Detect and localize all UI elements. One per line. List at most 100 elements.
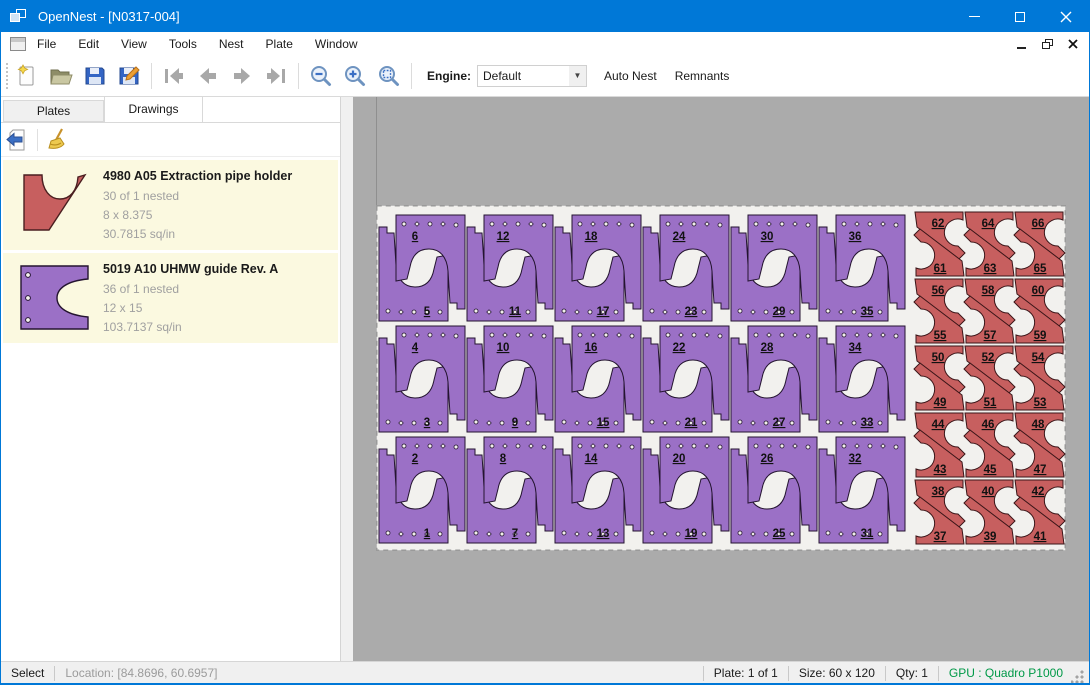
child-window-icon[interactable] xyxy=(10,37,26,51)
menu-window[interactable]: Window xyxy=(304,34,369,54)
save-as-button[interactable] xyxy=(112,59,146,93)
drill-hole xyxy=(702,421,706,425)
part-number: 35 xyxy=(861,306,874,318)
plate-sheet[interactable]: 6512111817242330293635431091615222128273… xyxy=(376,205,1066,551)
drill-hole xyxy=(578,444,582,448)
new-button[interactable] xyxy=(10,59,44,93)
menu-nest[interactable]: Nest xyxy=(208,34,255,54)
drill-hole xyxy=(780,444,784,448)
drill-hole xyxy=(578,333,582,337)
part-number: 43 xyxy=(934,464,947,476)
part-number: 39 xyxy=(984,531,997,543)
menu-plate[interactable]: Plate xyxy=(255,34,304,54)
part-number: 57 xyxy=(984,330,997,342)
drill-hole xyxy=(764,310,768,314)
tab-plates[interactable]: Plates xyxy=(3,100,104,122)
drill-hole xyxy=(666,333,670,337)
last-plate-button[interactable] xyxy=(259,59,293,93)
drill-hole xyxy=(676,310,680,314)
part-number: 14 xyxy=(585,453,598,465)
menu-tools[interactable]: Tools xyxy=(158,34,208,54)
first-plate-button[interactable] xyxy=(157,59,191,93)
engine-select[interactable]: Default ▼ xyxy=(477,65,587,87)
drill-hole xyxy=(438,532,442,536)
drill-hole xyxy=(826,309,830,313)
nesting-canvas[interactable]: 6512111817242330293635431091615222128273… xyxy=(353,97,1090,661)
import-drawing-button[interactable] xyxy=(1,125,33,155)
drill-hole xyxy=(764,421,768,425)
part-number: 1 xyxy=(424,528,431,540)
drill-hole xyxy=(650,420,654,424)
resize-grip[interactable] xyxy=(1071,669,1085,683)
drill-hole xyxy=(878,532,882,536)
part-number: 36 xyxy=(849,231,862,243)
drill-hole xyxy=(894,223,898,227)
drill-hole xyxy=(754,444,758,448)
main-toolbar: Engine: Default ▼ Auto Nest Remnants xyxy=(1,55,1089,97)
drill-hole xyxy=(454,334,458,338)
menu-file[interactable]: File xyxy=(26,34,67,54)
part-number: 58 xyxy=(982,285,995,297)
drill-hole xyxy=(806,445,810,449)
previous-plate-button[interactable] xyxy=(191,59,225,93)
part-number: 2 xyxy=(412,453,418,465)
menu-view[interactable]: View xyxy=(110,34,158,54)
save-button[interactable] xyxy=(78,59,112,93)
menu-edit[interactable]: Edit xyxy=(67,34,110,54)
part-number: 24 xyxy=(673,231,686,243)
drill-hole xyxy=(500,310,504,314)
part-thumbnail xyxy=(7,166,103,244)
mdi-close-button[interactable] xyxy=(1063,35,1083,53)
zoom-fit-button[interactable] xyxy=(372,59,406,93)
opennest-window: OpenNest - [N0317-004] File Edit View To… xyxy=(0,0,1090,685)
remnants-button[interactable]: Remnants xyxy=(666,64,739,88)
mdi-restore-icon xyxy=(1042,39,1053,49)
part-number: 46 xyxy=(982,419,995,431)
clear-drawings-button[interactable] xyxy=(42,125,74,155)
sidebar-tabstrip: Plates Drawings xyxy=(1,97,340,123)
drill-hole xyxy=(526,310,530,314)
mdi-restore-button[interactable] xyxy=(1037,35,1057,53)
drill-hole xyxy=(738,420,742,424)
drill-hole xyxy=(754,222,758,226)
drill-hole xyxy=(806,223,810,227)
chevron-down-icon[interactable]: ▼ xyxy=(569,66,586,86)
title-bar: OpenNest - [N0317-004] xyxy=(1,1,1089,32)
drill-hole xyxy=(630,445,634,449)
drill-hole xyxy=(754,333,758,337)
drill-hole xyxy=(500,421,504,425)
drill-hole xyxy=(738,531,742,535)
drill-hole xyxy=(588,310,592,314)
minimize-button[interactable] xyxy=(951,1,997,32)
auto-nest-button[interactable]: Auto Nest xyxy=(595,64,666,88)
drill-hole xyxy=(438,310,442,314)
close-button[interactable] xyxy=(1043,1,1089,32)
drill-hole xyxy=(614,310,618,314)
next-plate-button[interactable] xyxy=(225,59,259,93)
panel-splitter[interactable] xyxy=(341,97,353,661)
drill-hole xyxy=(474,420,478,424)
drill-hole xyxy=(500,532,504,536)
part-number: 40 xyxy=(982,486,995,498)
drill-hole xyxy=(806,334,810,338)
part-number: 55 xyxy=(934,330,947,342)
broom-icon xyxy=(45,127,71,153)
part-number: 21 xyxy=(685,417,698,429)
drill-hole xyxy=(604,222,608,226)
drawing-item[interactable]: 5019 A10 UHMW guide Rev. A 36 of 1 neste… xyxy=(3,253,338,343)
open-button[interactable] xyxy=(44,59,78,93)
drawing-item[interactable]: 4980 A05 Extraction pipe holder 30 of 1 … xyxy=(3,160,338,250)
drill-hole xyxy=(842,333,846,337)
plate-svg: 6512111817242330293635431091615222128273… xyxy=(376,205,1066,551)
drill-hole xyxy=(454,445,458,449)
part-number: 11 xyxy=(509,306,522,318)
maximize-button[interactable] xyxy=(997,1,1043,32)
drill-hole xyxy=(386,309,390,313)
zoom-out-button[interactable] xyxy=(304,59,338,93)
mdi-minimize-button[interactable] xyxy=(1011,35,1031,53)
zoom-in-button[interactable] xyxy=(338,59,372,93)
drill-hole xyxy=(428,444,432,448)
tab-drawings[interactable]: Drawings xyxy=(104,96,203,122)
part-number: 60 xyxy=(1032,285,1045,297)
part-number: 29 xyxy=(773,306,786,318)
